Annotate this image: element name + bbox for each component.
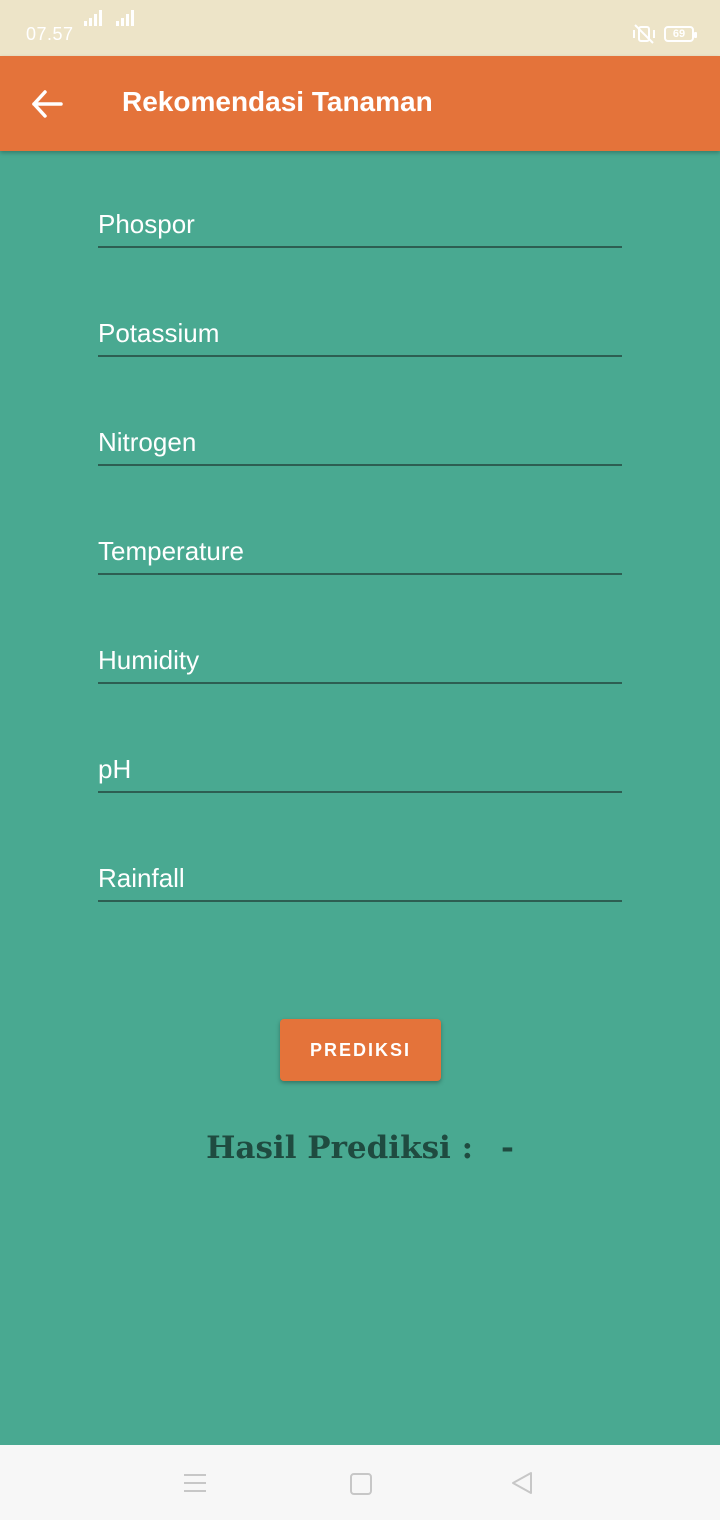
rainfall-placeholder: Rainfall bbox=[98, 863, 185, 893]
ph-placeholder: pH bbox=[98, 754, 132, 784]
app-bar: Rekomendasi Tanaman bbox=[0, 56, 720, 151]
back-arrow-icon[interactable] bbox=[28, 86, 68, 122]
phospor-field[interactable]: Phospor bbox=[98, 198, 622, 248]
page-title: Rekomendasi Tanaman bbox=[122, 86, 433, 117]
temperature-field[interactable]: Temperature bbox=[98, 525, 622, 575]
humidity-field[interactable]: Humidity bbox=[98, 634, 622, 684]
battery-icon: 69 bbox=[664, 26, 697, 42]
potassium-placeholder: Potassium bbox=[98, 318, 220, 348]
menu-icon[interactable] bbox=[184, 1474, 206, 1492]
status-bar: 07.57 69 bbox=[0, 0, 720, 56]
phospor-placeholder: Phospor bbox=[98, 209, 195, 239]
prediction-result: Hasil Prediksi :- bbox=[0, 1130, 720, 1166]
nav-back-icon[interactable] bbox=[510, 1471, 534, 1495]
ph-field[interactable]: pH bbox=[98, 743, 622, 793]
result-label: Hasil Prediksi : bbox=[206, 1130, 474, 1166]
temperature-placeholder: Temperature bbox=[98, 536, 244, 566]
predict-button[interactable]: PREDIKSI bbox=[280, 1019, 441, 1081]
nitrogen-placeholder: Nitrogen bbox=[98, 427, 197, 457]
potassium-field[interactable]: Potassium bbox=[98, 307, 622, 357]
status-time: 07.57 bbox=[26, 24, 74, 44]
home-icon[interactable] bbox=[350, 1473, 372, 1495]
result-value: - bbox=[501, 1130, 514, 1166]
navigation-bar bbox=[0, 1445, 720, 1520]
vibrate-mute-icon bbox=[633, 24, 655, 44]
rainfall-field[interactable]: Rainfall bbox=[98, 852, 622, 902]
humidity-placeholder: Humidity bbox=[98, 645, 200, 675]
nitrogen-field[interactable]: Nitrogen bbox=[98, 416, 622, 466]
